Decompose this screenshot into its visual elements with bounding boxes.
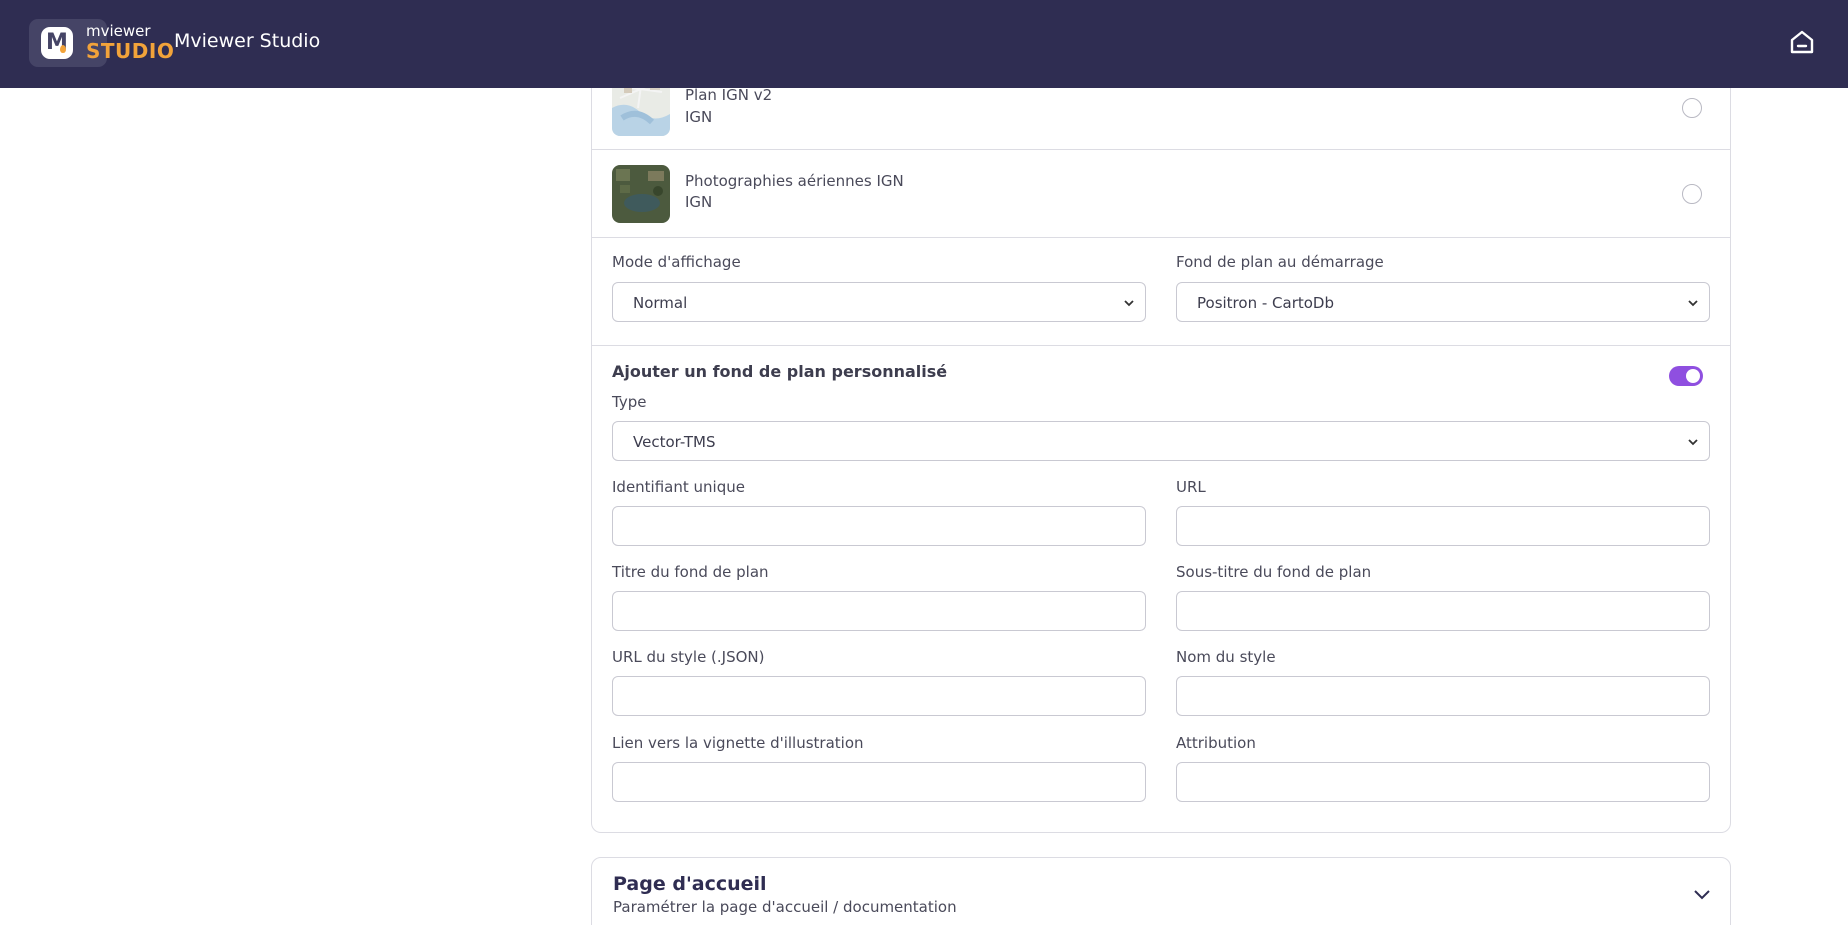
logo-text-studio: STUDIO — [86, 39, 175, 63]
homepage-accordion[interactable]: Page d'accueil Paramétrer la page d'accu… — [591, 857, 1731, 925]
url-label: URL — [1176, 478, 1206, 496]
display-mode-label: Mode d'affichage — [612, 253, 741, 271]
top-bar: M mviewer STUDIO Mviewer Studio — [0, 0, 1848, 88]
url-input[interactable] — [1176, 506, 1710, 546]
basemap-settings-card: Plan IGN v2 IGN Photographies aériennes … — [591, 60, 1731, 833]
basemap-radio[interactable] — [1682, 184, 1702, 204]
style-name-label: Nom du style — [1176, 648, 1276, 666]
logo-mark-icon: M — [41, 27, 73, 59]
basemap-source: IGN — [685, 108, 713, 126]
custom-basemap-title: Ajouter un fond de plan personnalisé — [612, 362, 948, 381]
style-name-input[interactable] — [1176, 676, 1710, 716]
thumbnail-link-label: Lien vers la vignette d'illustration — [612, 734, 864, 752]
basemap-title-label: Titre du fond de plan — [612, 563, 769, 581]
basemap-subtitle-label: Sous-titre du fond de plan — [1176, 563, 1372, 581]
display-mode-value: Normal — [633, 294, 688, 312]
type-value: Vector-TMS — [633, 433, 716, 451]
home-icon[interactable] — [1788, 28, 1816, 56]
custom-basemap-toggle[interactable] — [1669, 366, 1703, 386]
basemap-row[interactable]: Photographies aériennes IGN IGN — [592, 150, 1730, 238]
unique-id-input[interactable] — [612, 506, 1146, 546]
basemap-radio[interactable] — [1682, 98, 1702, 118]
type-select[interactable]: Vector-TMS — [612, 421, 1710, 461]
type-label: Type — [612, 393, 647, 411]
toggle-knob — [1686, 369, 1700, 383]
basemap-thumbnail-aerial — [612, 165, 670, 223]
attribution-input[interactable] — [1176, 762, 1710, 802]
style-url-label: URL du style (.JSON) — [612, 648, 765, 666]
homepage-subtitle: Paramétrer la page d'accueil / documenta… — [613, 898, 957, 916]
chevron-down-icon — [1124, 300, 1134, 307]
basemap-name: Plan IGN v2 — [685, 86, 773, 104]
basemap-title-input[interactable] — [612, 591, 1146, 631]
basemap-name: Photographies aériennes IGN — [685, 172, 904, 190]
chevron-down-icon — [1688, 439, 1698, 446]
startup-basemap-select[interactable]: Positron - CartoDb — [1176, 282, 1710, 322]
app-title: Mviewer Studio — [174, 30, 321, 52]
style-url-input[interactable] — [612, 676, 1146, 716]
thumbnail-link-input[interactable] — [612, 762, 1146, 802]
chevron-down-icon[interactable] — [1692, 884, 1712, 904]
display-mode-select[interactable]: Normal — [612, 282, 1146, 322]
attribution-label: Attribution — [1176, 734, 1256, 752]
unique-id-label: Identifiant unique — [612, 478, 745, 496]
logo-text-mviewer: mviewer — [86, 22, 151, 40]
startup-basemap-value: Positron - CartoDb — [1197, 294, 1334, 312]
startup-basemap-label: Fond de plan au démarrage — [1176, 253, 1384, 271]
basemap-subtitle-input[interactable] — [1176, 591, 1710, 631]
display-settings-row: Mode d'affichage Normal Fond de plan au … — [592, 238, 1730, 346]
basemap-source: IGN — [685, 193, 713, 211]
homepage-title: Page d'accueil — [613, 873, 767, 895]
chevron-down-icon — [1688, 300, 1698, 307]
